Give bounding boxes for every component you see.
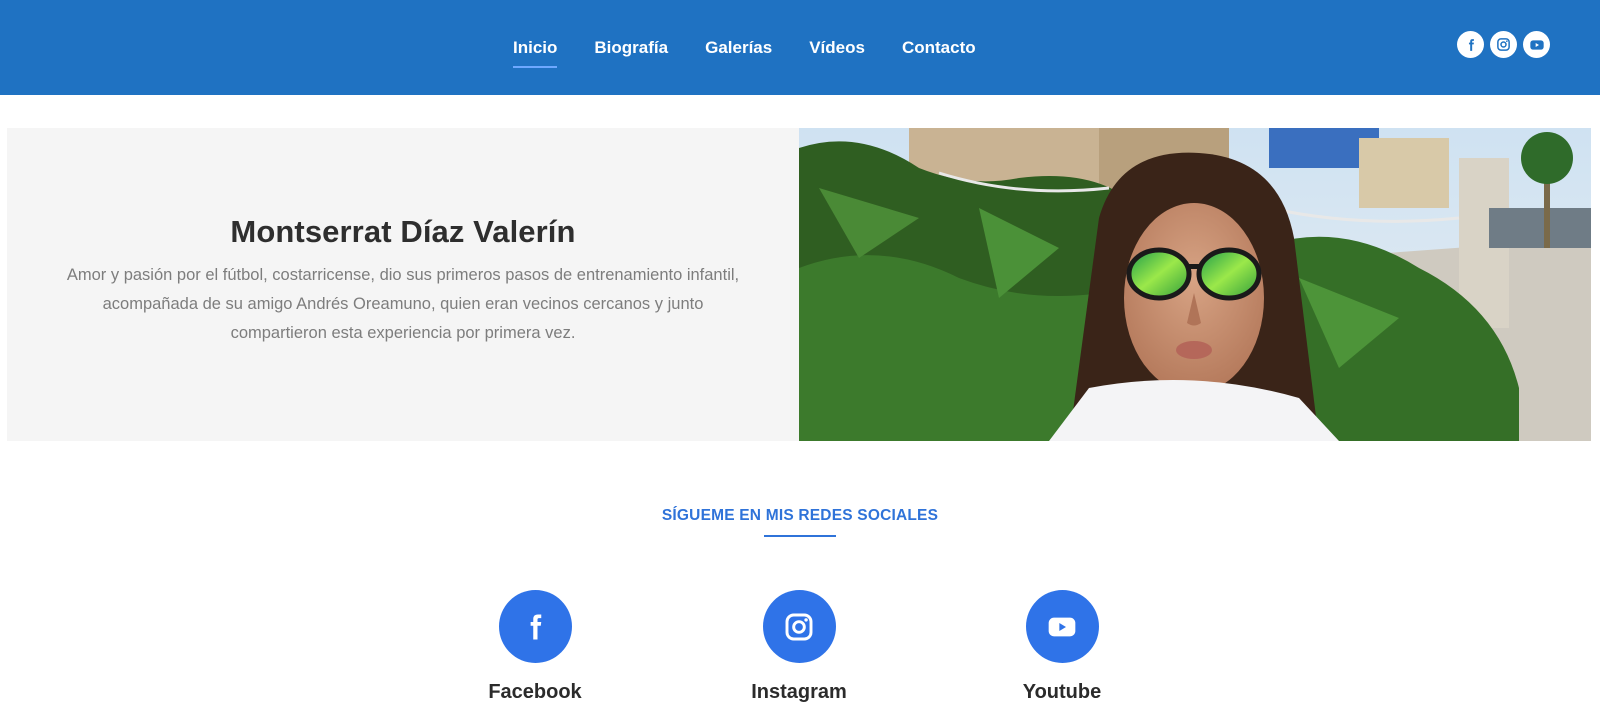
instagram-card[interactable]: Instagram: [719, 590, 879, 704]
hero-text-panel: Montserrat Díaz Valerín Amor y pasión po…: [7, 128, 799, 441]
section-divider: [764, 535, 836, 537]
instagram-label: Instagram: [751, 681, 847, 703]
site-header: Inicio Biografía Galerías Vídeos Contact…: [0, 0, 1600, 95]
hero-title: Montserrat Díaz Valerín: [230, 214, 576, 249]
instagram-icon: [785, 613, 813, 640]
youtube-icon: [1048, 617, 1076, 636]
header-social-links: [1457, 31, 1550, 58]
facebook-label: Facebook: [488, 681, 582, 703]
youtube-card[interactable]: Youtube: [982, 590, 1142, 704]
header-youtube-link[interactable]: [1523, 31, 1550, 58]
facebook-circle: [498, 590, 572, 663]
facebook-icon: [530, 614, 542, 639]
hero-photo: [799, 128, 1591, 441]
facebook-card[interactable]: Facebook: [455, 590, 615, 704]
youtube-icon: [1529, 39, 1544, 50]
main-nav: Inicio Biografía Galerías Vídeos Contact…: [513, 0, 976, 95]
instagram-circle: [762, 590, 836, 663]
facebook-icon: [1468, 38, 1474, 51]
hero-description: Amor y pasión por el fútbol, costarricen…: [66, 266, 740, 342]
youtube-circle: [1025, 590, 1099, 663]
social-section-title: SÍGUEME EN MIS REDES SOCIALES: [661, 507, 939, 524]
youtube-label: Youtube: [1022, 681, 1102, 703]
nav-item-galerias[interactable]: Galerías: [705, 30, 772, 66]
nav-item-biografia[interactable]: Biografía: [594, 30, 668, 66]
nav-item-inicio[interactable]: Inicio: [513, 30, 558, 68]
nav-item-contacto[interactable]: Contacto: [902, 30, 976, 66]
instagram-icon: [1497, 38, 1510, 51]
header-facebook-link[interactable]: [1457, 31, 1484, 58]
nav-item-videos[interactable]: Vídeos: [809, 30, 865, 66]
header-instagram-link[interactable]: [1490, 31, 1517, 58]
